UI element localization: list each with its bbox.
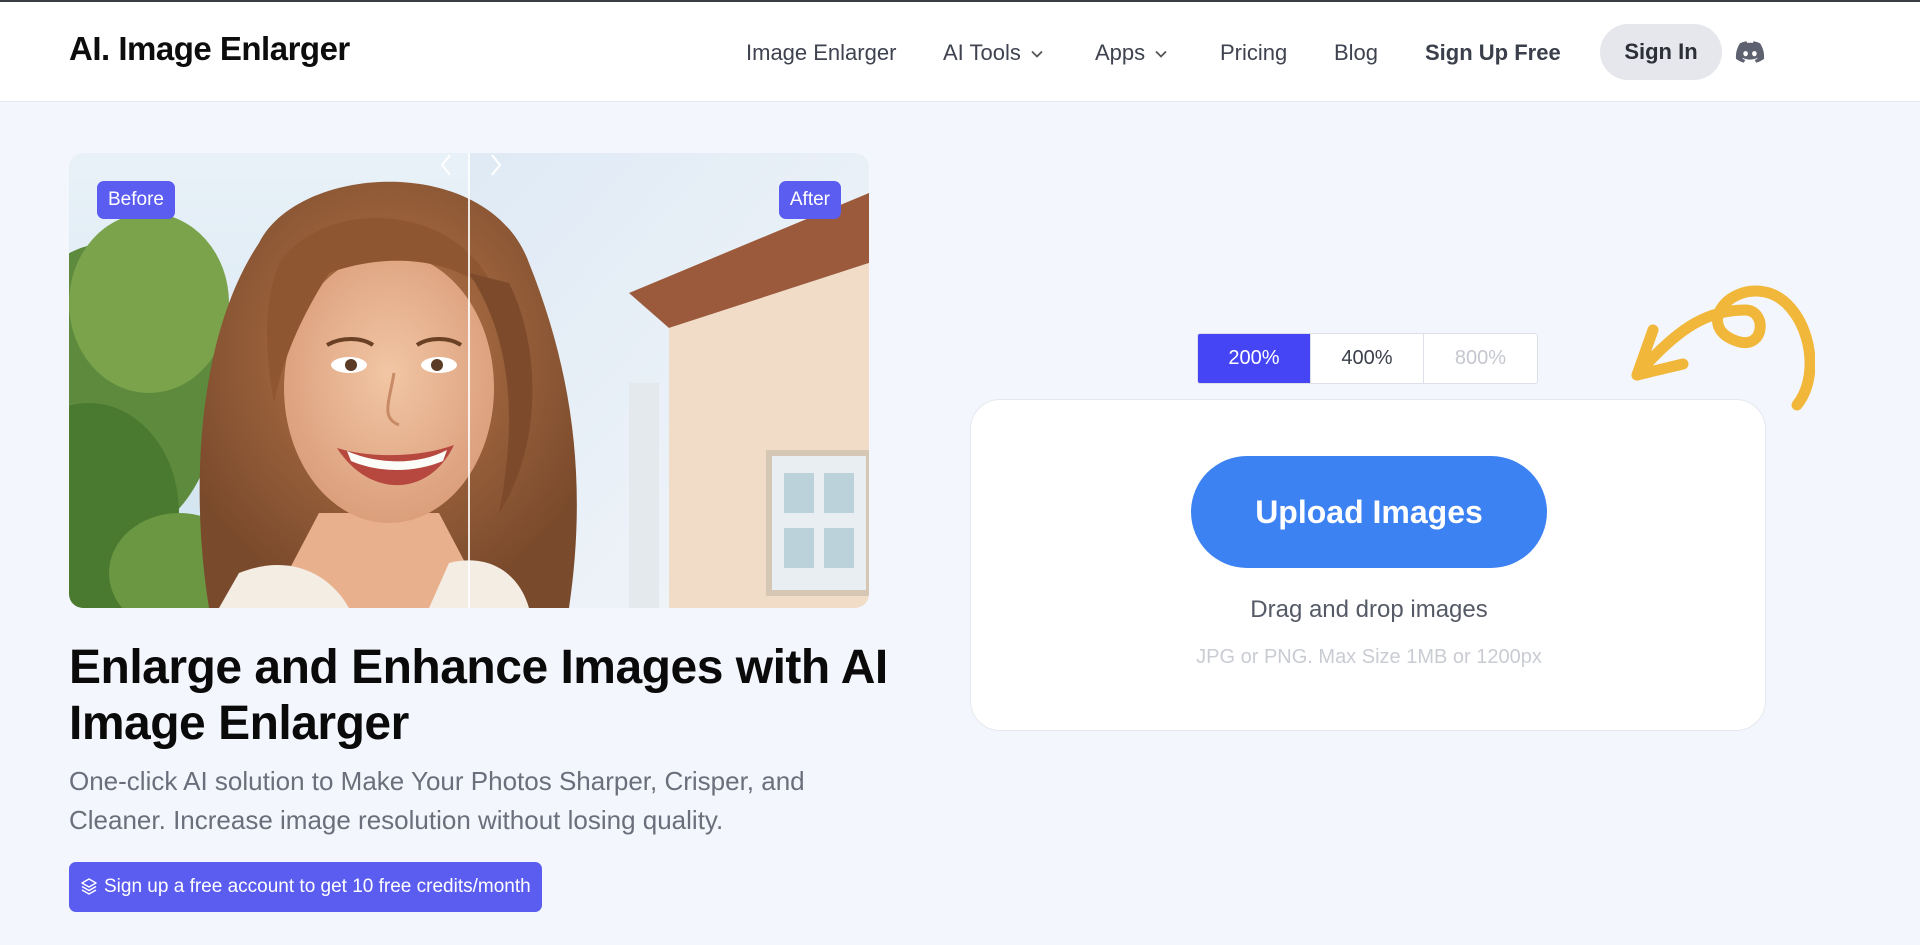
chevron-right-icon[interactable]: [489, 153, 503, 177]
free-credits-promo-button[interactable]: Sign up a free account to get 10 free cr…: [69, 862, 542, 912]
scale-option-200[interactable]: 200%: [1198, 334, 1311, 383]
after-badge: After: [778, 181, 841, 219]
nav-sign-up-free[interactable]: Sign Up Free: [1425, 40, 1561, 66]
before-after-comparison[interactable]: Before After: [69, 153, 869, 608]
upload-dropzone[interactable]: Upload Images Drag and drop images JPG o…: [970, 399, 1766, 731]
nav-ai-tools[interactable]: AI Tools: [943, 40, 1043, 66]
nav-image-enlarger[interactable]: Image Enlarger: [746, 40, 896, 66]
site-logo[interactable]: AI. Image Enlarger: [69, 30, 350, 68]
before-badge: Before: [97, 181, 175, 219]
discord-icon[interactable]: [1735, 40, 1765, 64]
chevron-left-icon[interactable]: [439, 153, 453, 177]
nav-apps-label: Apps: [1095, 40, 1146, 65]
scale-option-800[interactable]: 800%: [1424, 334, 1537, 383]
nav-ai-tools-label: AI Tools: [943, 40, 1021, 65]
compare-divider[interactable]: [468, 153, 470, 608]
page-title: Enlarge and Enhance Images with AI Image…: [69, 641, 888, 750]
scale-selector: 200% 400% 800%: [1197, 333, 1538, 384]
nav-apps[interactable]: Apps: [1095, 40, 1167, 66]
drag-drop-text: Drag and drop images: [1250, 596, 1488, 623]
scale-option-400[interactable]: 400%: [1311, 334, 1424, 383]
chevron-down-icon: [1155, 51, 1167, 58]
layers-icon: [81, 878, 97, 895]
nav-pricing[interactable]: Pricing: [1220, 40, 1287, 66]
file-requirements-hint: JPG or PNG. Max Size 1MB or 1200px: [1196, 646, 1542, 668]
sign-in-button[interactable]: Sign In: [1600, 24, 1722, 80]
page-subtitle: One-click AI solution to Make Your Photo…: [69, 766, 805, 835]
promo-label: Sign up a free account to get 10 free cr…: [104, 876, 531, 897]
nav-blog[interactable]: Blog: [1334, 40, 1378, 66]
upload-images-button[interactable]: Upload Images: [1191, 456, 1547, 568]
site-header: AI. Image Enlarger Image Enlarger AI Too…: [0, 2, 1920, 102]
chevron-down-icon: [1031, 51, 1043, 58]
